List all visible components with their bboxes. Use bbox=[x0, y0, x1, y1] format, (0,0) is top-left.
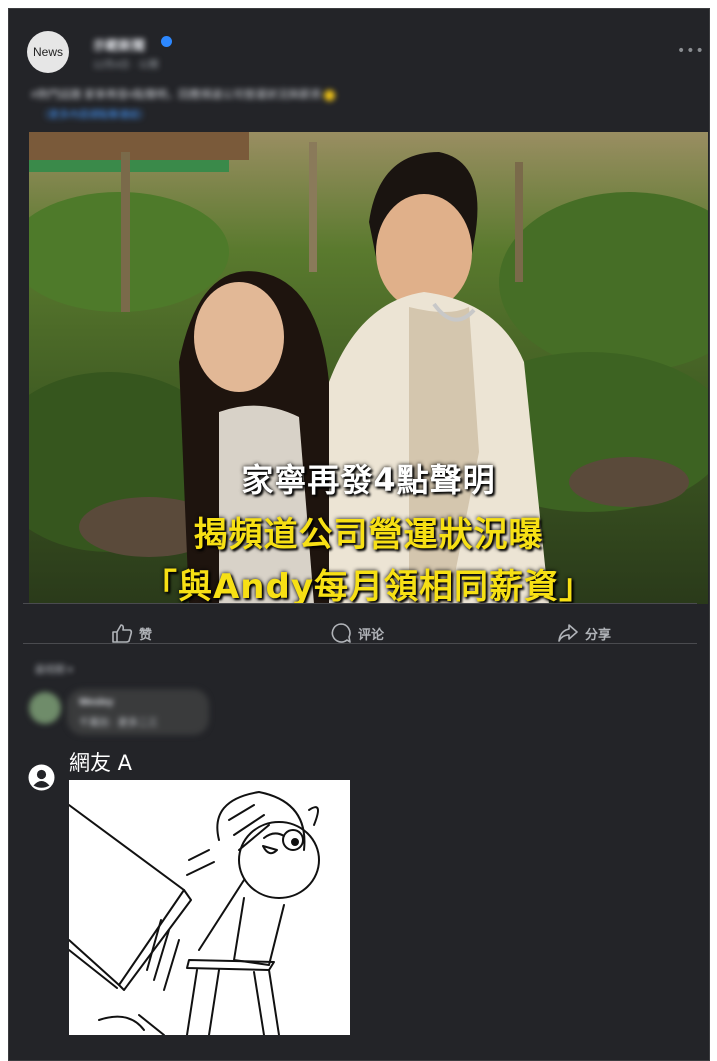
commenter-avatar[interactable] bbox=[29, 692, 61, 724]
overlay-line-3: 「與Andy每月領相同薪資」 bbox=[142, 567, 595, 604]
divider bbox=[23, 643, 697, 644]
post-link[interactable]: （更多內容請點擊連結） bbox=[39, 106, 149, 121]
commenter-name[interactable]: Wesley bbox=[79, 697, 113, 708]
comment-bubble: Wesley 千萬別 · 更多二三 bbox=[67, 689, 209, 735]
share-icon bbox=[558, 624, 578, 642]
post-text: #熱門話題 家寧再發4點聲明，回應頻道公司營運狀況與薪資 bbox=[31, 86, 336, 102]
like-label: 赞 bbox=[139, 626, 153, 642]
thumbs-up-icon bbox=[112, 624, 133, 643]
post-text-content: #熱門話題 家寧再發4點聲明，回應頻道公司營運狀況與薪資 bbox=[31, 89, 322, 101]
comment-text: 千萬別 · 更多二三 bbox=[79, 718, 158, 729]
user-avatar-icon[interactable] bbox=[28, 764, 55, 791]
overlay-line-2: 揭頻道公司營運狀況曝 bbox=[193, 515, 544, 555]
overlay-line-1: 家寧再發4點聲明 bbox=[241, 461, 496, 499]
divider bbox=[23, 603, 697, 604]
post-time[interactable]: 12月4日 · 公開 bbox=[93, 56, 159, 71]
table-flip-drawing bbox=[69, 791, 320, 1035]
post-card: News 示範新聞 12月4日 · 公開 ••• #熱門話題 家寧再發4點聲明，… bbox=[8, 8, 710, 1061]
post-photo[interactable]: 家寧再發4點聲明 揭頻道公司營運狀況曝 「與Andy每月領相同薪資」 bbox=[29, 132, 708, 604]
page-avatar[interactable]: News bbox=[27, 31, 69, 73]
comment-icon bbox=[331, 623, 351, 643]
verified-icon bbox=[161, 36, 172, 47]
comment-sort-dropdown[interactable]: 最相關 ▾ bbox=[35, 661, 73, 676]
emoji-icon bbox=[324, 89, 336, 101]
like-button[interactable]: 赞 bbox=[111, 621, 152, 645]
more-options-icon[interactable]: ••• bbox=[677, 43, 705, 59]
meme-image[interactable] bbox=[69, 780, 350, 1035]
comment-label: 评论 bbox=[358, 626, 385, 642]
netizen-name[interactable]: 網友 A bbox=[69, 747, 132, 777]
share-button[interactable]: 分享 bbox=[557, 621, 611, 645]
comment-button[interactable]: 评论 bbox=[330, 621, 384, 645]
share-label: 分享 bbox=[585, 626, 612, 642]
page-name[interactable]: 示範新聞 bbox=[93, 35, 145, 54]
